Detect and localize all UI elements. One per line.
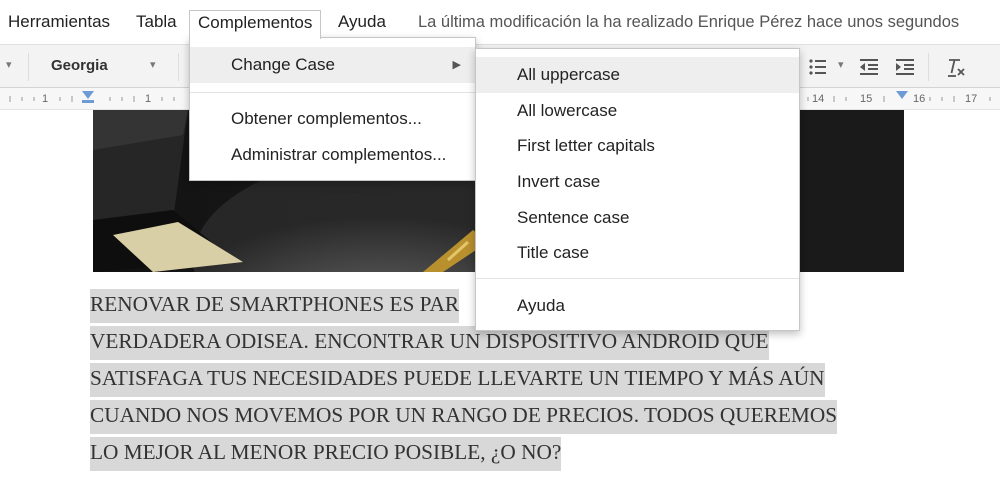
last-modified-notice[interactable]: La última modificación la ha realizado E… xyxy=(418,10,959,34)
menu-item-sentence-case[interactable]: Sentence case xyxy=(476,200,799,236)
toolbar-divider xyxy=(928,53,929,81)
paragraph-line: CUANDO NOS MOVEMOS POR UN RANGO DE PRECI… xyxy=(90,397,880,434)
selected-text[interactable]: VERDADERA ODISEA. ENCONTRAR UN DISPOSITI… xyxy=(90,326,769,360)
complementos-menu: Change Case ▶ Obtener complementos... Ad… xyxy=(189,37,476,181)
menu-tabla[interactable]: Tabla xyxy=(128,10,185,36)
menu-item-administrar-complementos[interactable]: Administrar complementos... xyxy=(190,137,475,173)
ruler-label: 15 xyxy=(860,93,873,105)
menu-item-label: Administrar complementos... xyxy=(231,145,447,164)
menu-item-invert-case[interactable]: Invert case xyxy=(476,164,799,200)
right-indent-marker[interactable] xyxy=(896,91,908,99)
menu-item-obtener-complementos[interactable]: Obtener complementos... xyxy=(190,101,475,137)
chevron-down-icon[interactable]: ▾ xyxy=(6,58,12,71)
menu-item-label: First letter capitals xyxy=(517,136,655,155)
menu-item-all-uppercase[interactable]: All uppercase xyxy=(476,57,799,93)
menu-complementos[interactable]: Complementos xyxy=(189,10,322,39)
menu-item-ayuda[interactable]: Ayuda xyxy=(476,288,799,324)
ruler-label: 1 xyxy=(145,93,152,105)
menu-bar: Herramientas Tabla Complementos Ayuda La… xyxy=(0,0,1000,44)
left-indent-marker[interactable] xyxy=(82,91,94,99)
ruler-label: 14 xyxy=(812,93,825,105)
selected-text[interactable]: RENOVAR DE SMARTPHONES ES PAR xyxy=(90,289,460,323)
selected-text[interactable]: CUANDO NOS MOVEMOS POR UN RANGO DE PRECI… xyxy=(90,400,838,434)
menu-divider xyxy=(190,92,475,93)
menu-item-first-letter-capitals[interactable]: First letter capitals xyxy=(476,128,799,164)
menu-item-label: Change Case xyxy=(231,55,335,74)
paragraph-line: LO MEJOR AL MENOR PRECIO POSIBLE, ¿O NO? xyxy=(90,434,880,471)
list-chevron-down-icon[interactable]: ▾ xyxy=(838,58,844,71)
ruler-label: 17 xyxy=(965,93,978,105)
toolbar-divider xyxy=(28,53,29,81)
change-case-submenu: All uppercase All lowercase First letter… xyxy=(475,48,800,331)
menu-item-label: Sentence case xyxy=(517,208,630,227)
menu-item-title-case[interactable]: Title case xyxy=(476,235,799,271)
menu-item-label: Ayuda xyxy=(517,296,565,315)
menu-item-label: All uppercase xyxy=(517,65,621,84)
toolbar-divider xyxy=(178,53,179,81)
ruler-label: 16 xyxy=(913,93,926,105)
menu-item-label: Obtener complementos... xyxy=(231,109,422,128)
selected-text[interactable]: LO MEJOR AL MENOR PRECIO POSIBLE, ¿O NO? xyxy=(90,437,562,471)
decrease-indent-icon[interactable] xyxy=(857,55,881,79)
font-family-select[interactable]: Georgia xyxy=(51,57,108,74)
ruler-label: 1 xyxy=(42,93,49,105)
menu-item-change-case[interactable]: Change Case ▶ xyxy=(190,47,475,83)
menu-item-label: All lowercase xyxy=(517,101,618,120)
first-line-indent-marker[interactable] xyxy=(82,100,94,103)
menu-herramientas[interactable]: Herramientas xyxy=(0,10,118,36)
menu-ayuda[interactable]: Ayuda xyxy=(330,10,394,36)
font-chevron-down-icon[interactable]: ▾ xyxy=(150,58,156,71)
bulleted-list-icon[interactable] xyxy=(806,55,830,79)
clear-formatting-icon[interactable] xyxy=(943,55,967,79)
submenu-arrow-icon: ▶ xyxy=(452,59,461,71)
menu-item-label: Title case xyxy=(517,243,590,262)
menu-item-label: Invert case xyxy=(517,172,601,191)
paragraph-line: SATISFAGA TUS NECESIDADES PUEDE LLEVARTE… xyxy=(90,360,880,397)
menu-item-all-lowercase[interactable]: All lowercase xyxy=(476,93,799,129)
selected-text[interactable]: SATISFAGA TUS NECESIDADES PUEDE LLEVARTE… xyxy=(90,363,825,397)
increase-indent-icon[interactable] xyxy=(893,55,917,79)
menu-divider xyxy=(476,278,799,279)
